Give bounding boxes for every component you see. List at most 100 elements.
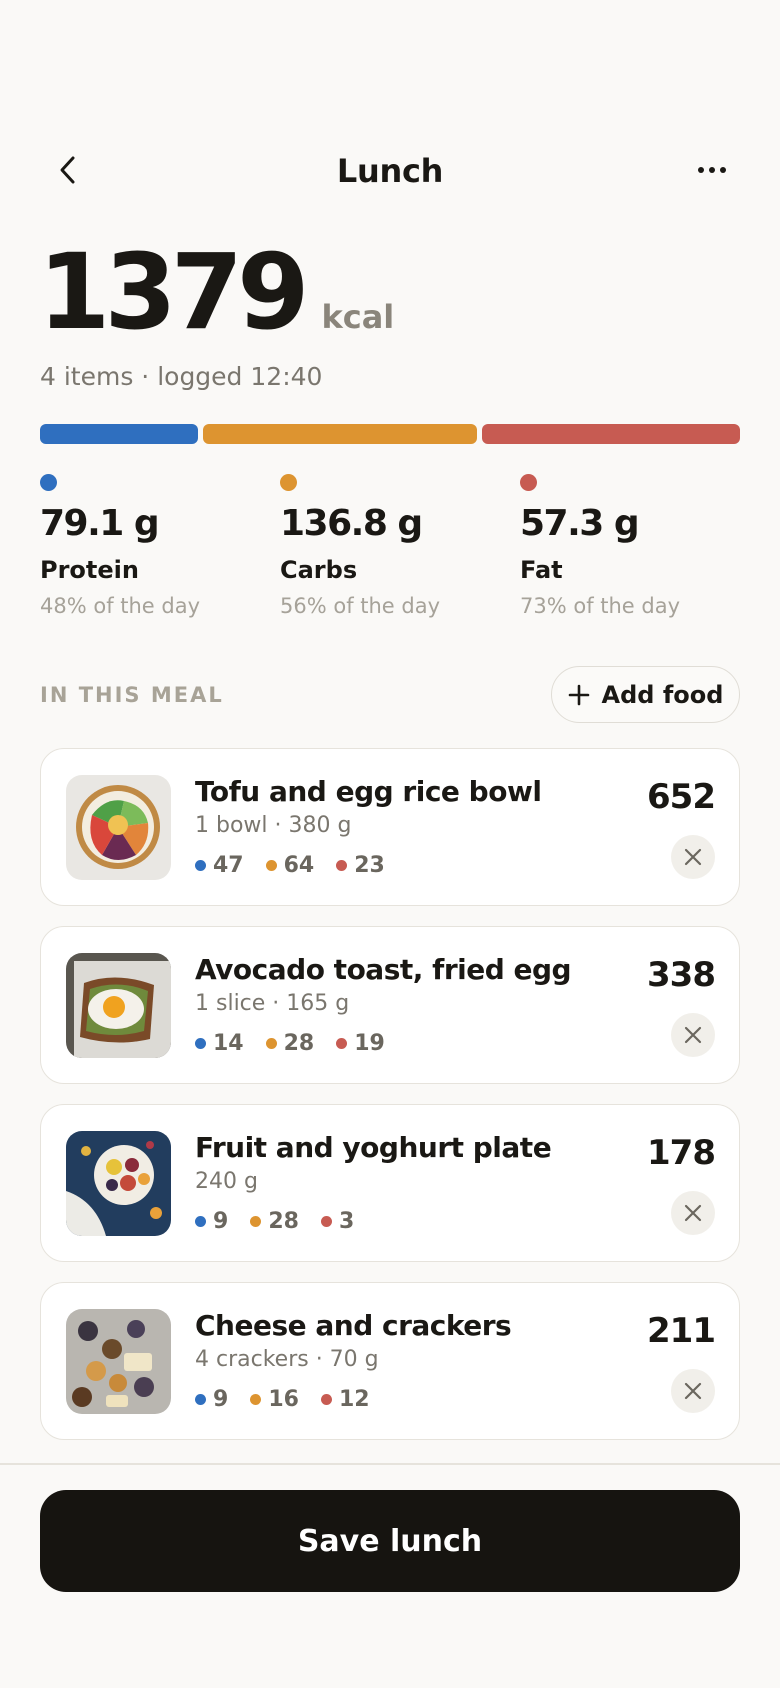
add-food-button[interactable]: Add food [551, 666, 740, 723]
fat-dot [320, 1216, 332, 1227]
fat-dot [320, 1394, 332, 1405]
carbs-dot [265, 860, 277, 871]
calorie-summary: 1379 kcal [38, 240, 394, 344]
food-thumbnail [66, 953, 171, 1058]
food-item-card[interactable]: Cheese and crackers 4 crackers · 70 g 9 … [40, 1282, 740, 1440]
close-icon [684, 1026, 702, 1044]
carbs-segment [202, 424, 478, 444]
macro-fat: 57.3 g Fat 73% of the day [520, 474, 760, 618]
food-item-card[interactable]: Fruit and yoghurt plate 240 g 9 28 3 178 [40, 1104, 740, 1262]
fat-value: 3 [320, 1209, 355, 1234]
carbs-value: 16 [250, 1387, 299, 1412]
food-portion: 1 bowl · 380 g [195, 813, 352, 838]
food-thumbnail [66, 775, 171, 880]
protein-dot [195, 860, 206, 871]
macro-percent: 48% of the day [40, 594, 201, 618]
macro-distribution-bar [40, 424, 740, 444]
carbs-dot [250, 1216, 262, 1227]
food-portion: 4 crackers · 70 g [195, 1347, 379, 1372]
protein-value: 9 [195, 1209, 228, 1234]
food-macros: 14 28 19 [195, 1031, 385, 1056]
protein-dot [195, 1216, 206, 1227]
food-thumbnail [66, 1309, 171, 1414]
protein-grams: 47 [213, 853, 244, 878]
food-name: Cheese and crackers [195, 1309, 512, 1342]
fat-grams: 12 [338, 1387, 370, 1412]
close-icon [684, 848, 702, 866]
remove-item-button[interactable] [671, 1013, 715, 1057]
remove-item-button[interactable] [671, 835, 715, 879]
more-button[interactable] [688, 146, 736, 194]
fat-dot [336, 860, 348, 871]
food-macros: 47 64 23 [195, 853, 385, 878]
remove-item-button[interactable] [671, 1369, 715, 1413]
protein-grams: 9 [213, 1209, 229, 1234]
protein-segment [40, 424, 198, 444]
macro-protein: 79.1 g Protein 48% of the day [40, 474, 280, 618]
food-portion: 240 g [195, 1169, 258, 1194]
macro-grams: 136.8 g [280, 503, 423, 544]
protein-dot [195, 1038, 206, 1049]
fat-grams: 3 [338, 1209, 355, 1234]
macro-grams: 79.1 g [40, 503, 160, 544]
plus-icon [568, 684, 589, 705]
protein-grams: 9 [213, 1387, 229, 1412]
food-thumbnail [66, 1131, 171, 1236]
protein-value: 14 [195, 1031, 244, 1056]
carbs-grams: 64 [283, 853, 315, 878]
carbs-value: 28 [265, 1031, 315, 1056]
kcal-unit: kcal [321, 298, 395, 336]
remove-item-button[interactable] [671, 1191, 715, 1235]
food-item-card[interactable]: Avocado toast, fried egg 1 slice · 165 g… [40, 926, 740, 1084]
food-item-card[interactable]: Tofu and egg rice bowl 1 bowl · 380 g 47… [40, 748, 740, 906]
food-macros: 9 16 12 [195, 1387, 370, 1412]
macro-totals: 79.1 g Protein 48% of the day 136.8 g Ca… [40, 474, 760, 618]
food-name: Avocado toast, fried egg [195, 953, 572, 986]
carbs-dot [265, 1038, 277, 1049]
fat-value: 23 [336, 853, 385, 878]
food-kcal: 338 [647, 955, 716, 995]
total-kcal: 1379 [38, 231, 309, 353]
carbs-grams: 28 [268, 1209, 299, 1234]
food-kcal: 652 [647, 777, 716, 817]
macro-grams: 57.3 g [520, 503, 640, 544]
protein-grams: 14 [213, 1031, 244, 1056]
page-title: Lunch [336, 152, 444, 190]
footer-divider [0, 1463, 780, 1465]
carbs-dot [250, 1394, 262, 1405]
fat-dot [336, 1038, 348, 1049]
save-lunch-button[interactable]: Save lunch [40, 1490, 740, 1592]
protein-value: 47 [195, 853, 244, 878]
macro-name: Protein [40, 556, 139, 584]
header: Lunch [0, 140, 780, 200]
food-kcal: 178 [647, 1133, 716, 1173]
carbs-grams: 28 [283, 1031, 315, 1056]
carbs-value: 28 [250, 1209, 299, 1234]
more-horizontal-icon [698, 167, 726, 173]
fat-grams: 23 [354, 853, 385, 878]
protein-dot [40, 474, 57, 491]
macro-carbs: 136.8 g Carbs 56% of the day [280, 474, 520, 618]
section-label: IN THIS MEAL [40, 683, 224, 707]
food-kcal: 211 [647, 1311, 716, 1351]
protein-value: 9 [195, 1387, 228, 1412]
carbs-grams: 16 [268, 1387, 299, 1412]
fat-value: 12 [320, 1387, 370, 1412]
fat-segment [482, 424, 740, 444]
fat-dot [520, 474, 537, 491]
macro-name: Fat [520, 556, 563, 584]
food-macros: 9 28 3 [195, 1209, 354, 1234]
close-icon [684, 1204, 702, 1222]
macro-name: Carbs [280, 556, 358, 584]
carbs-value: 64 [265, 853, 315, 878]
close-icon [684, 1382, 702, 1400]
fat-grams: 19 [354, 1031, 385, 1056]
fat-value: 19 [336, 1031, 385, 1056]
food-portion: 1 slice · 165 g [195, 991, 350, 1016]
food-name: Tofu and egg rice bowl [195, 775, 542, 808]
meal-meta: 4 items · logged 12:40 [40, 362, 323, 391]
add-food-label: Add food [601, 680, 724, 709]
macro-percent: 73% of the day [520, 594, 681, 618]
macro-percent: 56% of the day [280, 594, 441, 618]
food-name: Fruit and yoghurt plate [195, 1131, 552, 1164]
